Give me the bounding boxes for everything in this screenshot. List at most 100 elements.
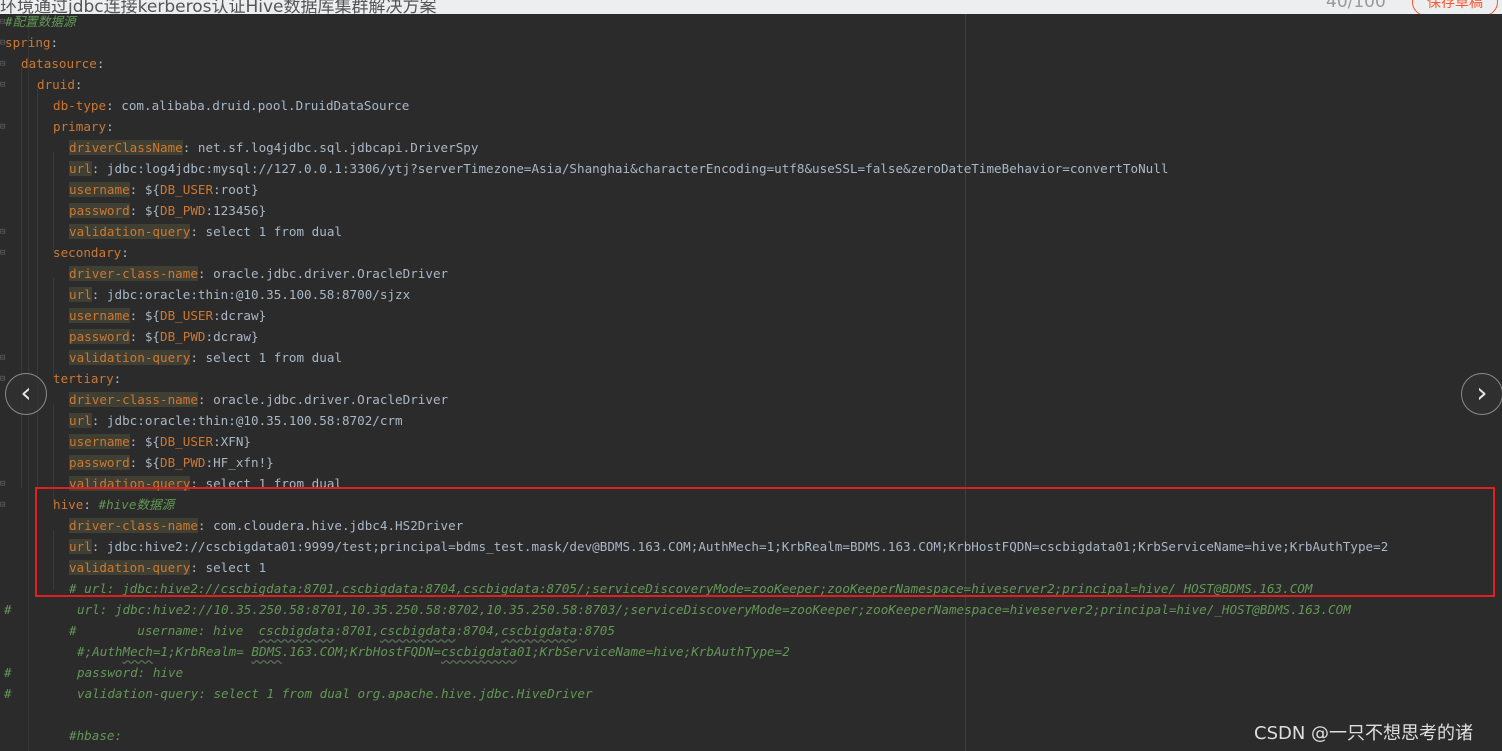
- code-line: url: jdbc:hive2://10.35.250.58:8701,10.3…: [77, 599, 1351, 620]
- next-image-button[interactable]: ›: [1461, 373, 1502, 415]
- comment-text: url: jdbc:hive2://10.35.250.58:8701,10.3…: [77, 602, 1351, 617]
- yaml-key: driver-class-name: [69, 392, 198, 407]
- code-editor[interactable]: #配置数据源 ⊟ spring: ⊟ datasource: ⊟ druid: ⊟ db-typ…: [0, 14, 1502, 751]
- placeholder-default: :root}: [213, 182, 259, 197]
- code-line: password: ${DB_PWD:123456}: [69, 200, 266, 221]
- fold-marker-icon[interactable]: ⊟: [0, 122, 8, 132]
- yaml-value: jdbc:log4jdbc:mysql://127.0.0.1:3306/ytj…: [106, 161, 1169, 176]
- yaml-key: password: [69, 455, 130, 470]
- code-line: #配置数据源: [5, 11, 76, 32]
- placeholder-open: ${: [144, 329, 161, 344]
- fold-marker-icon[interactable]: ⊟: [0, 227, 8, 237]
- code-line: #hbase:: [69, 725, 122, 746]
- yaml-value: jdbc:oracle:thin:@10.35.100.58:8702/crm: [106, 413, 403, 428]
- placeholder-default: :XFN}: [213, 434, 252, 449]
- yaml-separator: :: [106, 98, 122, 113]
- placeholder-default: :123456}: [205, 203, 267, 218]
- chevron-right-icon: ›: [1476, 376, 1488, 409]
- code-line: username: ${DB_USER:root}: [69, 179, 259, 200]
- placeholder-default: :dcraw}: [205, 329, 259, 344]
- yaml-separator: :: [91, 287, 107, 302]
- fold-marker-icon[interactable]: ⊟: [0, 17, 8, 27]
- yaml-key: primary: [53, 119, 107, 134]
- yaml-separator: :: [129, 203, 145, 218]
- yaml-value: oracle.jdbc.driver.OracleDriver: [213, 392, 449, 407]
- code-line: driver-class-name: oracle.jdbc.driver.Or…: [69, 389, 448, 410]
- yaml-separator: :: [106, 119, 114, 134]
- yaml-key: password: [69, 203, 130, 218]
- yaml-value: jdbc:oracle:thin:@10.35.100.58:8700/sjzx: [106, 287, 411, 302]
- fold-marker-icon[interactable]: ⊟: [0, 59, 8, 69]
- yaml-separator: :: [50, 35, 59, 50]
- word-count: 40/100: [1326, 0, 1386, 12]
- env-variable: DB_USER: [160, 182, 214, 197]
- chevron-left-icon: ‹: [20, 376, 32, 409]
- fold-marker-icon[interactable]: ⊟: [0, 479, 8, 489]
- env-variable: DB_PWD: [160, 203, 206, 218]
- comment-text: #;AuthMech=1;KrbRealm= BDMS.163.COM;KrbH…: [77, 644, 790, 659]
- fold-marker-icon[interactable]: ⊟: [0, 38, 8, 48]
- placeholder-open: ${: [144, 182, 161, 197]
- code-line: password: ${DB_PWD:HF_xfn!}: [69, 452, 274, 473]
- csdn-watermark: CSDN @一只不想思考的诸: [1254, 723, 1474, 744]
- code-line: db-type: com.alibaba.druid.pool.DruidDat…: [53, 95, 409, 116]
- yaml-key: datasource: [21, 56, 97, 71]
- yaml-separator: :: [197, 266, 214, 281]
- article-header-bar: 环境通过jdbc连接kerberos认证Hive数据库集群解决方案 40/100…: [0, 0, 1502, 14]
- yaml-separator: :: [129, 434, 145, 449]
- code-line: driver-class-name: oracle.jdbc.driver.Or…: [69, 263, 448, 284]
- fold-marker-icon[interactable]: ⊟: [0, 80, 8, 90]
- hive-config-highlight-box: [35, 487, 1495, 597]
- comment-text: #hbase:: [69, 728, 123, 743]
- yaml-value: select 1 from dual: [205, 224, 342, 239]
- env-variable: DB_USER: [160, 308, 214, 323]
- yaml-key: username: [69, 434, 130, 449]
- comment-text: password: hive: [77, 665, 184, 680]
- placeholder-default: :HF_xfn!}: [205, 455, 274, 470]
- yaml-separator: :: [197, 392, 214, 407]
- placeholder-open: ${: [144, 434, 161, 449]
- placeholder-open: ${: [144, 203, 161, 218]
- code-line: username: ${DB_USER:XFN}: [69, 431, 251, 452]
- code-line: spring:: [5, 32, 58, 53]
- code-line: primary:: [53, 116, 114, 137]
- yaml-key: db-type: [53, 98, 107, 113]
- code-line: username: ${DB_USER:dcraw}: [69, 305, 266, 326]
- comment-marker: #: [4, 665, 12, 680]
- yaml-key: username: [69, 308, 130, 323]
- previous-image-button[interactable]: ‹: [5, 373, 47, 415]
- indent-guide: [21, 68, 22, 488]
- yaml-key: druid: [37, 77, 75, 92]
- yaml-key: validation-query: [69, 224, 191, 239]
- comment-text: #配置数据源: [5, 14, 76, 29]
- yaml-separator: :: [182, 140, 198, 155]
- yaml-key: secondary: [53, 245, 122, 260]
- code-line: validation-query: select 1 from dual: [69, 347, 342, 368]
- yaml-separator: :: [96, 56, 105, 71]
- yaml-separator: :: [129, 308, 145, 323]
- fold-marker-icon[interactable]: ⊟: [0, 374, 8, 384]
- yaml-key: username: [69, 182, 130, 197]
- yaml-value: net.sf.log4jdbc.sql.jdbcapi.DriverSpy: [197, 140, 479, 155]
- comment-marker: #: [4, 602, 12, 617]
- indent-guide: [37, 89, 38, 489]
- code-line: url: jdbc:oracle:thin:@10.35.100.58:8700…: [69, 284, 410, 305]
- yaml-key: spring: [5, 35, 51, 50]
- fold-marker-icon[interactable]: ⊟: [0, 353, 8, 363]
- yaml-value: com.alibaba.druid.pool.DruidDataSource: [121, 98, 410, 113]
- yaml-key: url: [69, 287, 92, 302]
- env-variable: DB_PWD: [160, 329, 206, 344]
- yaml-key: tertiary: [53, 371, 114, 386]
- code-line: druid:: [37, 74, 83, 95]
- save-draft-button[interactable]: 保存草稿: [1412, 0, 1498, 14]
- yaml-separator: :: [113, 371, 122, 386]
- comment-text: validation-query: select 1 from dual org…: [77, 686, 593, 701]
- yaml-key: password: [69, 329, 130, 344]
- yaml-separator: :: [190, 350, 206, 365]
- yaml-separator: :: [121, 245, 129, 260]
- fold-marker-icon[interactable]: ⊟: [0, 248, 8, 258]
- right-margin-guide: [965, 14, 966, 751]
- yaml-separator: :: [129, 182, 145, 197]
- fold-marker-icon[interactable]: ⊟: [0, 500, 8, 510]
- code-line: # username: hive cscbigdata:8701,cscbigd…: [69, 620, 615, 641]
